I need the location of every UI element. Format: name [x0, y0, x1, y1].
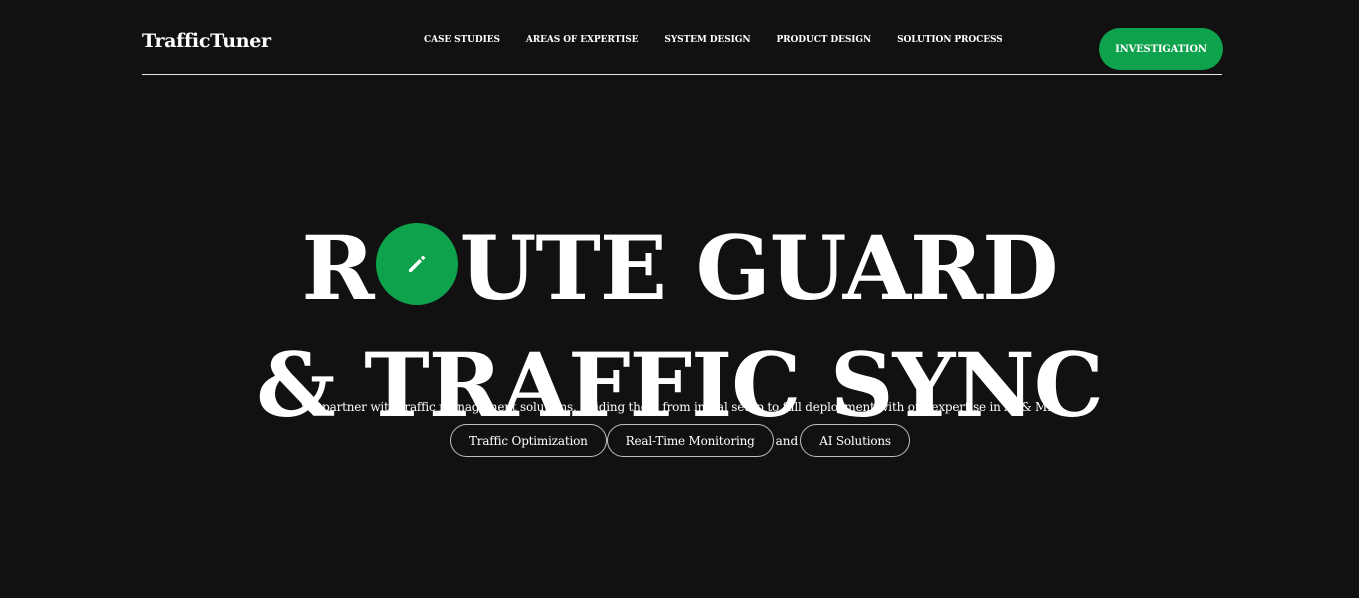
hero-title-line-2: & TRAFFIC SYNC [256, 332, 1104, 437]
site-header: TrafficTuner CASE STUDIES AREAS OF EXPER… [142, 0, 1223, 75]
nav-item-areas-of-expertise[interactable]: AREAS OF EXPERTISE [526, 34, 639, 46]
site-logo[interactable]: TrafficTuner [142, 29, 271, 53]
main-nav: CASE STUDIES AREAS OF EXPERTISE SYSTEM D… [424, 34, 1029, 46]
hero-title-line-1: R UTE GUARD [0, 222, 1359, 312]
chip-traffic-optimization[interactable]: Traffic Optimization [450, 424, 607, 457]
chip-ai-solutions[interactable]: AI Solutions [800, 424, 910, 457]
hero-chips: Traffic Optimization Real-Time Monitorin… [450, 424, 910, 457]
nav-item-system-design[interactable]: SYSTEM DESIGN [664, 34, 750, 46]
hero-o-badge [375, 222, 458, 305]
chip-real-time-monitoring[interactable]: Real-Time Monitoring [606, 424, 774, 457]
nav-item-product-design[interactable]: PRODUCT DESIGN [777, 34, 872, 46]
hero-title-prefix: R [301, 215, 375, 320]
hero-o-circle [375, 222, 458, 305]
investigation-button[interactable]: INVESTIGATION [1099, 28, 1223, 70]
nav-item-case-studies[interactable]: CASE STUDIES [424, 34, 500, 46]
chip-connector: and [775, 433, 799, 448]
pencil-icon [408, 255, 425, 272]
hero-subtitle: We partner with traffic management solut… [300, 400, 1059, 414]
hero-title-suffix: UTE GUARD [459, 215, 1059, 320]
nav-item-solution-process[interactable]: SOLUTION PROCESS [897, 34, 1003, 46]
